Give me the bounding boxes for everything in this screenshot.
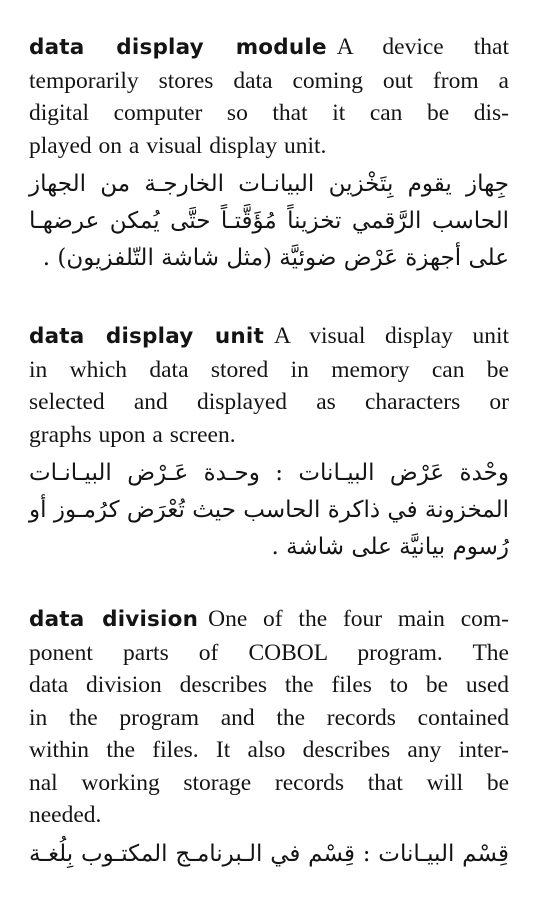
entry-term: data display module bbox=[29, 35, 327, 60]
definition-line: data division One of the four main com- bbox=[29, 603, 509, 637]
definition-line: selected and displayed as characters or bbox=[29, 389, 509, 415]
arabic-line: قِسْم البيـانات : قِسْم في الـبرنامـج ال… bbox=[29, 840, 509, 867]
definition-text: One of the four main com- bbox=[208, 606, 509, 632]
arabic-line: وحْدة عَرْض البيـانات : وحـدة عَـرْض الب… bbox=[29, 460, 509, 486]
entry-term: data division bbox=[29, 607, 199, 632]
definition-line: data display unit A visual display unit bbox=[29, 320, 509, 354]
dictionary-entry: data display module A device that tempora… bbox=[29, 31, 509, 277]
definition-line: digital computer so that it can be dis- bbox=[29, 100, 509, 126]
definition-line: needed. bbox=[29, 802, 102, 828]
definition-line: nal working storage records that will be bbox=[29, 769, 509, 796]
arabic-line: الحاسب الرَّقمي تخزيناً مُؤَقَّتـاً حتَّ… bbox=[29, 208, 509, 234]
entry-english-definition: data division One of the four main com- p… bbox=[29, 603, 509, 832]
definition-line: in the program and the records contained bbox=[29, 704, 509, 731]
entry-arabic-translation: جِهاز يقوم بِتَخْزين البيانـات الخارجـة … bbox=[29, 166, 509, 277]
definition-line: graphs upon a screen. bbox=[29, 421, 236, 448]
entry-english-definition: data display module A device that tempora… bbox=[29, 31, 509, 162]
entry-arabic-translation: وحْدة عَرْض البيـانات : وحـدة عَـرْض الب… bbox=[29, 455, 509, 566]
entry-term: data display unit bbox=[29, 324, 264, 349]
entry-arabic-translation: قِسْم البيـانات : قِسْم في الـبرنامـج ال… bbox=[29, 836, 509, 873]
definition-text: A device that bbox=[336, 34, 509, 60]
definition-line: within the files. It also describes any … bbox=[29, 737, 509, 763]
arabic-line: رُسوم بيانيَّة على شاشة . bbox=[271, 534, 509, 560]
definition-line: temporarily stores data coming out from … bbox=[29, 67, 509, 94]
definition-line: data display module A device that bbox=[29, 31, 509, 65]
arabic-line: المخزونة في ذاكرة الحاسب حيث تُعْرَض كرُ… bbox=[29, 497, 509, 523]
definition-line: ponent parts of COBOL program. The bbox=[29, 639, 509, 666]
dictionary-entry: data division One of the four main com- p… bbox=[29, 603, 509, 873]
definition-line: played on a visual display unit. bbox=[29, 132, 327, 159]
dictionary-page: data display module A device that tempora… bbox=[0, 0, 537, 900]
definition-text: A visual display unit bbox=[273, 323, 510, 349]
arabic-line: جِهاز يقوم بِتَخْزين البيانـات الخارجـة … bbox=[29, 171, 509, 197]
entry-english-definition: data display unit A visual display unit i… bbox=[29, 320, 509, 451]
dictionary-entry: data display unit A visual display unit i… bbox=[29, 320, 509, 566]
definition-line: data division describes the files to be … bbox=[29, 672, 509, 698]
definition-line: in which data stored in memory can be bbox=[29, 356, 509, 383]
arabic-line: على أجهزة عَرْض ضوئيَّة (مثل شاشة التّلف… bbox=[42, 245, 509, 271]
